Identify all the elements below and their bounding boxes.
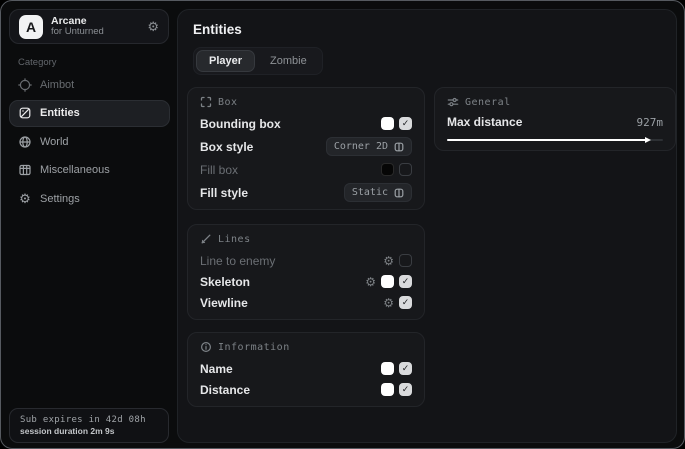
setting-row-skeleton: Skeleton ⚙ xyxy=(200,271,412,292)
lines-card: Lines Line to enemy ⚙ Skeleton ⚙ Viewlin… xyxy=(187,224,425,320)
row-settings-gear-icon[interactable]: ⚙ xyxy=(365,276,376,288)
sidebar-nav: Aimbot Entities World xyxy=(9,71,170,214)
general-card-header: General xyxy=(447,95,663,109)
color-swatch[interactable] xyxy=(381,383,394,396)
row-settings-gear-icon[interactable]: ⚙ xyxy=(383,297,394,309)
fill-style-dropdown[interactable]: Static xyxy=(344,183,412,202)
subscription-box: Sub expires in 42d 08h session duration … xyxy=(9,408,169,443)
setting-row-distance: Distance xyxy=(200,379,412,400)
setting-row-line-to-enemy: Line to enemy ⚙ xyxy=(200,250,412,271)
sidebar-item-label: Miscellaneous xyxy=(40,164,110,176)
box-card-header: Box xyxy=(200,95,412,109)
color-swatch[interactable] xyxy=(381,275,394,288)
tab-zombie[interactable]: Zombie xyxy=(257,50,320,72)
setting-label: Distance xyxy=(200,383,250,397)
checkbox[interactable] xyxy=(399,275,412,288)
category-label: Category xyxy=(18,57,57,68)
max-distance-slider[interactable] xyxy=(447,136,663,144)
session-duration-text: session duration 2m 9s xyxy=(20,426,158,436)
sliders-icon xyxy=(447,96,459,108)
diagonal-line-icon xyxy=(200,233,212,245)
selector-icon xyxy=(394,188,404,198)
row-settings-gear-icon[interactable]: ⚙ xyxy=(383,255,394,267)
setting-label: Skeleton xyxy=(200,275,250,289)
page-title: Entities xyxy=(193,22,242,37)
info-icon xyxy=(200,341,212,353)
color-swatch[interactable] xyxy=(381,362,394,375)
frame-corners-icon xyxy=(200,96,212,108)
main-panel: Entities Player Zombie Box Bounding box xyxy=(177,9,677,443)
setting-label: Name xyxy=(200,362,233,376)
checkbox[interactable] xyxy=(399,163,412,176)
setting-row-fill-style: Fill style Static xyxy=(200,182,412,203)
app-logo: A xyxy=(19,15,43,39)
setting-label: Line to enemy xyxy=(200,254,275,268)
sidebar: A Arcane for Unturned ⚙ Category Aimbot xyxy=(1,1,177,448)
app-subtitle: for Unturned xyxy=(51,27,104,38)
crosshair-icon xyxy=(18,78,32,92)
sub-expiry-text: Sub expires in 42d 08h xyxy=(20,415,158,425)
app-title-block: Arcane for Unturned xyxy=(51,15,104,38)
lines-card-header: Lines xyxy=(200,232,412,246)
checkbox[interactable] xyxy=(399,296,412,309)
sidebar-item-settings[interactable]: ⚙ Settings xyxy=(9,185,170,212)
sidebar-item-label: Settings xyxy=(40,193,80,205)
app-header-card: A Arcane for Unturned ⚙ xyxy=(9,9,169,44)
selector-icon xyxy=(394,142,404,152)
grid-icon xyxy=(18,163,32,177)
section-title: Lines xyxy=(218,234,251,245)
gear-icon: ⚙ xyxy=(18,192,32,205)
sidebar-item-aimbot[interactable]: Aimbot xyxy=(9,71,170,98)
entity-tabs: Player Zombie xyxy=(193,47,323,75)
setting-label: Fill style xyxy=(200,186,248,200)
checkbox[interactable] xyxy=(399,383,412,396)
sidebar-item-label: Aimbot xyxy=(40,79,74,91)
setting-label: Box style xyxy=(200,140,253,154)
setting-label: Bounding box xyxy=(200,117,281,131)
section-title: General xyxy=(465,97,511,108)
box-card: Box Bounding box Box style Corner 2D xyxy=(187,87,425,210)
setting-row-fill-box: Fill box xyxy=(200,159,412,180)
section-title: Box xyxy=(218,97,238,108)
general-card: General Max distance 927m xyxy=(434,87,676,151)
dropdown-value: Corner 2D xyxy=(334,141,388,152)
sidebar-item-entities[interactable]: Entities xyxy=(9,100,170,127)
setting-label: Viewline xyxy=(200,296,248,310)
sidebar-item-world[interactable]: World xyxy=(9,128,170,155)
dropdown-value: Static xyxy=(352,187,388,198)
box-style-dropdown[interactable]: Corner 2D xyxy=(326,137,412,156)
header-gear-icon[interactable]: ⚙ xyxy=(147,19,159,35)
slider-fill xyxy=(447,139,646,141)
max-distance-value: 927m xyxy=(637,116,664,129)
setting-label: Fill box xyxy=(200,163,238,177)
entities-icon xyxy=(18,106,32,120)
tab-player[interactable]: Player xyxy=(196,50,255,72)
setting-row-viewline: Viewline ⚙ xyxy=(200,292,412,313)
max-distance-row: Max distance 927m xyxy=(447,113,663,131)
section-title: Information xyxy=(218,342,290,353)
setting-row-name: Name xyxy=(200,358,412,379)
color-swatch[interactable] xyxy=(381,163,394,176)
setting-label: Max distance xyxy=(447,115,522,129)
setting-row-bounding-box: Bounding box xyxy=(200,113,412,134)
sidebar-item-miscellaneous[interactable]: Miscellaneous xyxy=(9,157,170,184)
checkbox[interactable] xyxy=(399,362,412,375)
checkbox[interactable] xyxy=(399,117,412,130)
globe-icon xyxy=(18,135,32,149)
app-window: A Arcane for Unturned ⚙ Category Aimbot xyxy=(0,0,685,449)
color-swatch[interactable] xyxy=(381,117,394,130)
sidebar-item-label: World xyxy=(40,136,69,148)
checkbox[interactable] xyxy=(399,254,412,267)
sidebar-item-label: Entities xyxy=(40,107,80,119)
information-card-header: Information xyxy=(200,340,412,354)
setting-row-box-style: Box style Corner 2D xyxy=(200,136,412,157)
information-card: Information Name Distance xyxy=(187,332,425,407)
